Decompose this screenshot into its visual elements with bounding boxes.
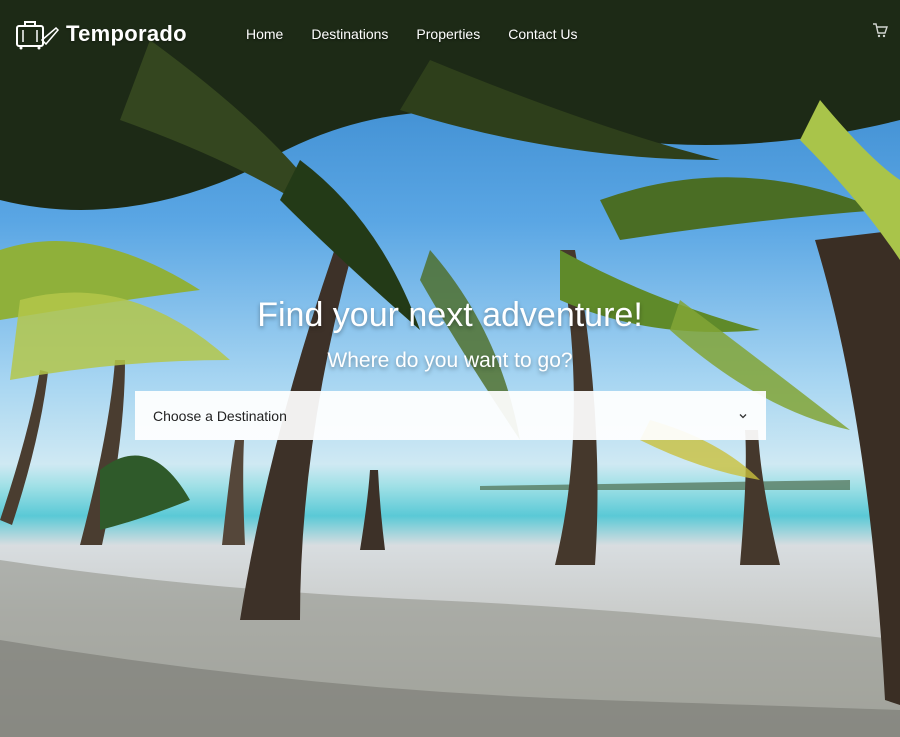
cart-icon[interactable] bbox=[872, 22, 888, 38]
hero-headline: Find your next adventure! bbox=[257, 296, 643, 334]
site-header: Temporado Home Destinations Properties C… bbox=[0, 0, 900, 70]
suitcase-icon bbox=[16, 21, 60, 50]
destination-select[interactable]: Choose a Destination bbox=[135, 391, 766, 440]
nav-home[interactable]: Home bbox=[246, 26, 283, 42]
nav-properties[interactable]: Properties bbox=[416, 26, 480, 42]
nav-destinations[interactable]: Destinations bbox=[311, 26, 388, 42]
nav-contact-us[interactable]: Contact Us bbox=[508, 26, 577, 42]
brand-logo[interactable]: Temporado bbox=[14, 18, 187, 50]
chevron-down-icon bbox=[739, 413, 747, 418]
brand-name: Temporado bbox=[66, 21, 187, 46]
hero-subheadline: Where do you want to go? bbox=[327, 349, 573, 372]
destination-select-value: Choose a Destination bbox=[153, 407, 287, 424]
main-nav: Home Destinations Properties Contact Us bbox=[246, 26, 577, 42]
